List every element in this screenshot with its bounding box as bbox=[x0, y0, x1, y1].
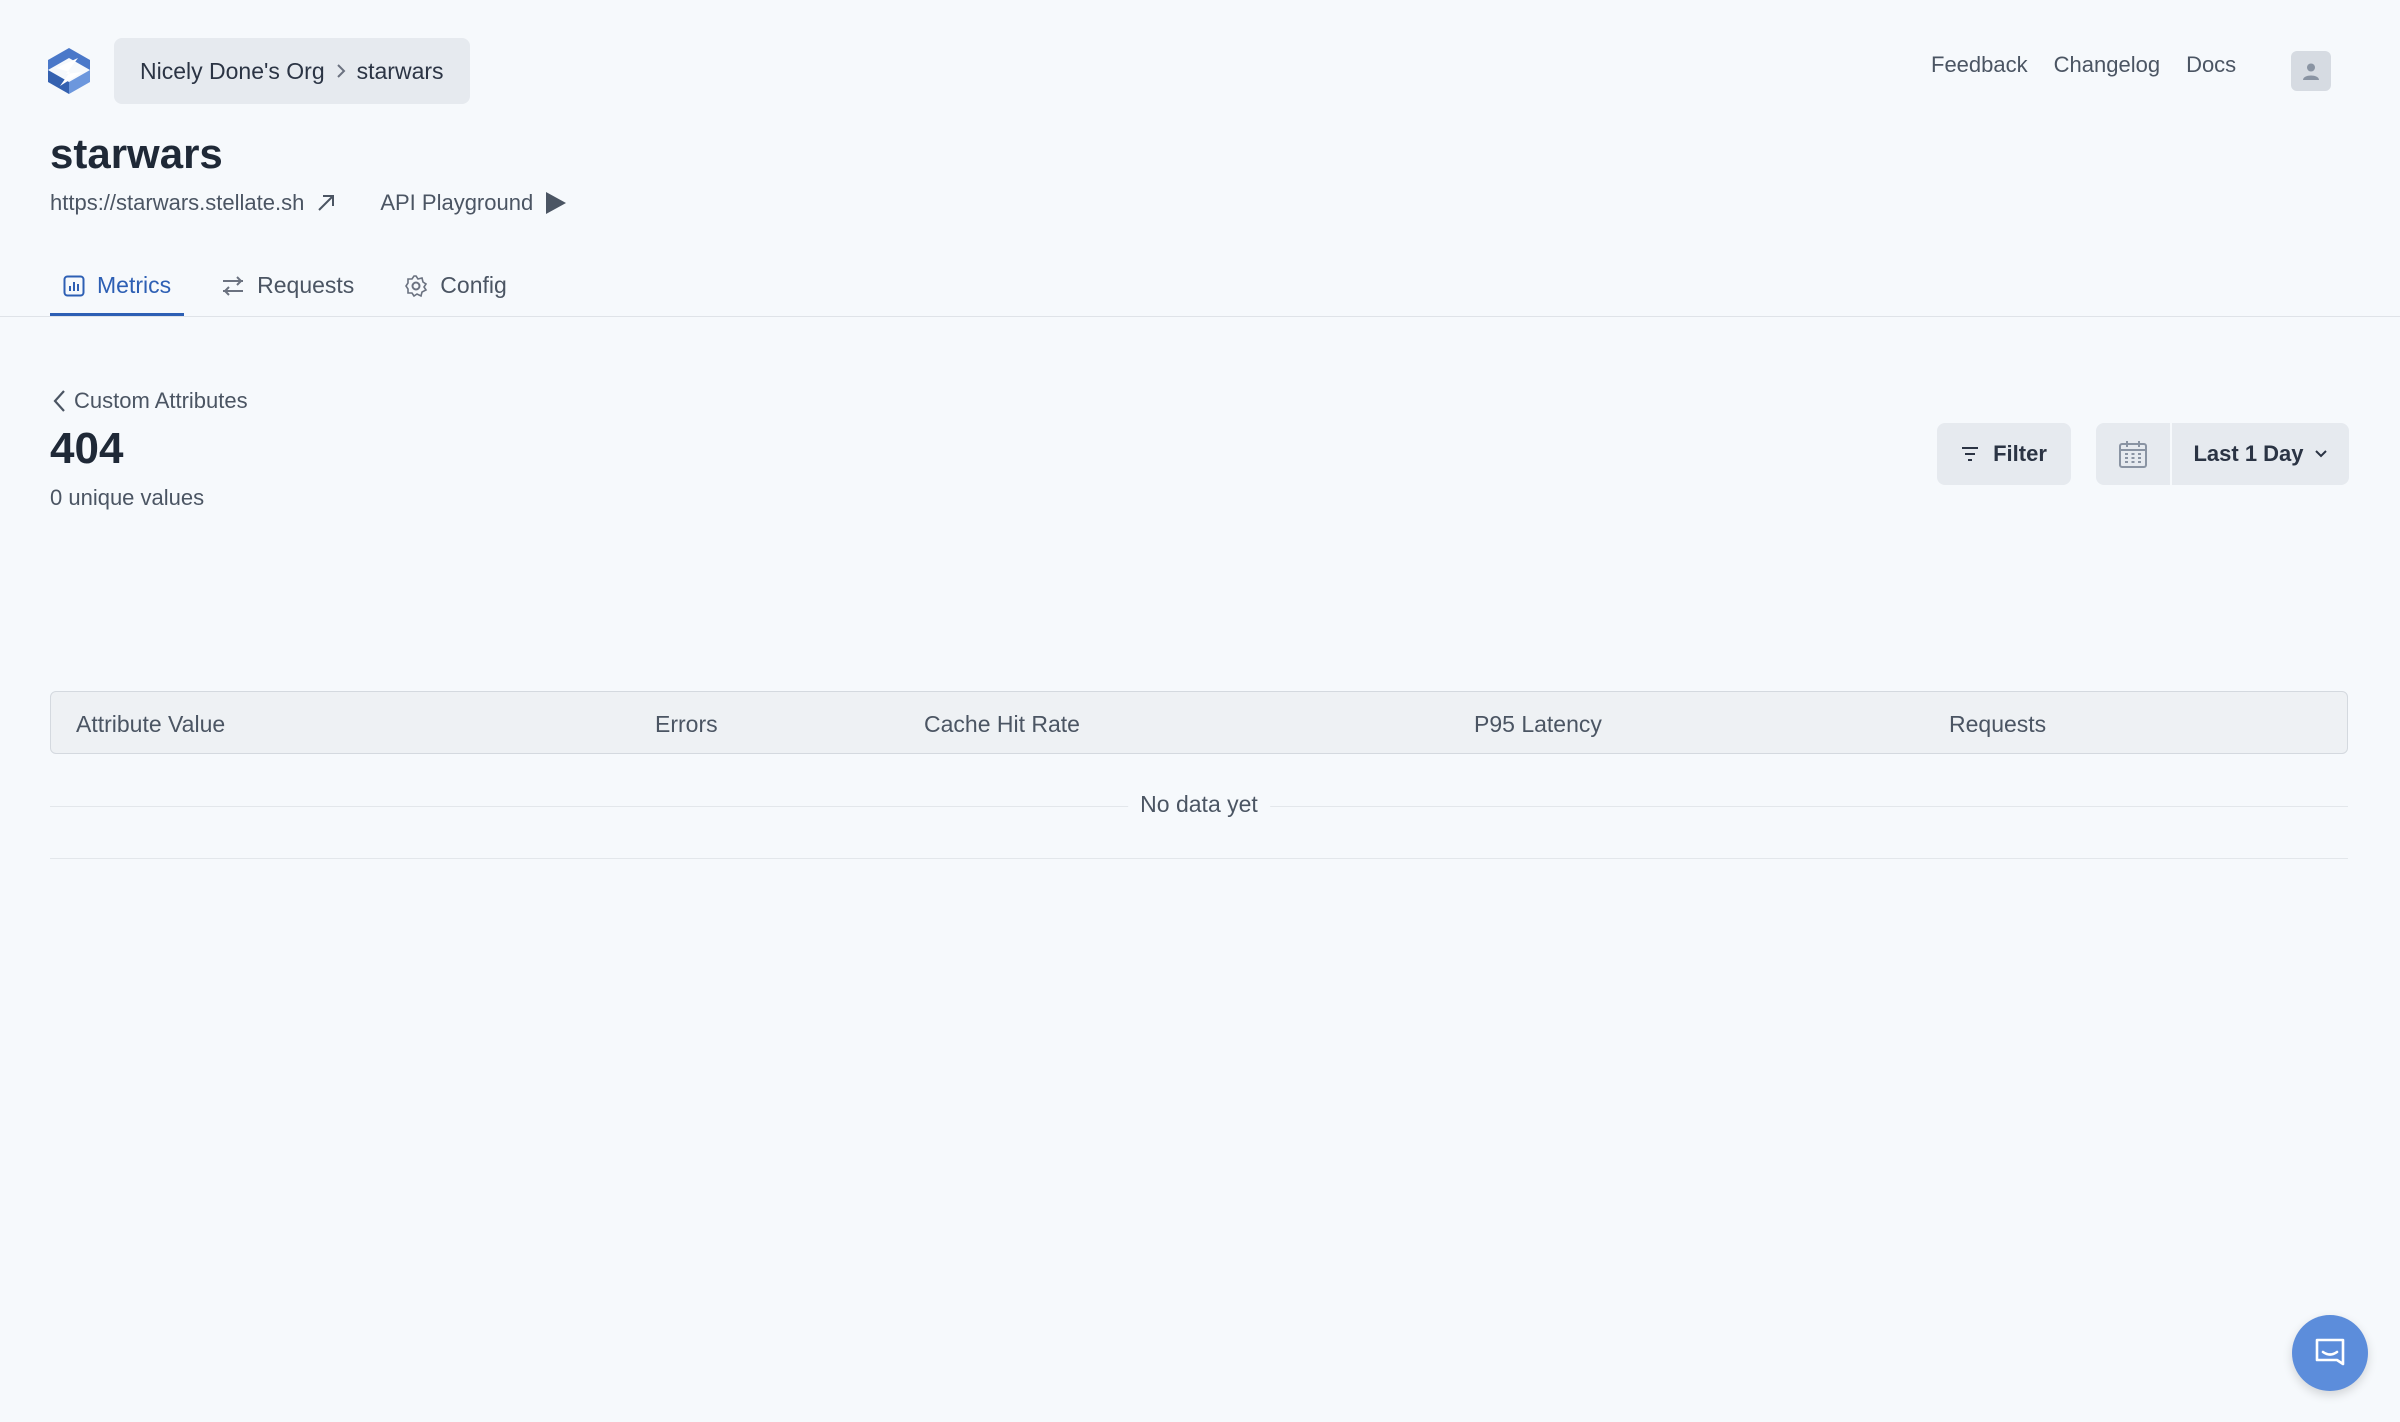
filter-label: Filter bbox=[1993, 441, 2047, 466]
api-playground-label: API Playground bbox=[380, 190, 534, 215]
header-divider bbox=[0, 316, 2400, 317]
external-link-icon bbox=[318, 195, 335, 211]
chat-launcher-button[interactable] bbox=[2292, 1315, 2368, 1391]
api-playground-link[interactable]: API Playground bbox=[380, 190, 567, 216]
tab-config-label: Config bbox=[440, 272, 507, 298]
avatar[interactable] bbox=[2291, 51, 2331, 91]
changelog-link[interactable]: Changelog bbox=[2054, 52, 2160, 78]
project-links: https://starwars.stellate.sh API Playgro… bbox=[50, 190, 567, 216]
date-range-label: Last 1 Day bbox=[2193, 441, 2304, 466]
column-header-requests[interactable]: Requests bbox=[1949, 711, 2046, 738]
calendar-icon bbox=[2119, 441, 2147, 468]
column-header-cache-hit-rate[interactable]: Cache Hit Rate bbox=[924, 711, 1080, 738]
metric-subtitle: 0 unique values bbox=[50, 485, 205, 510]
date-range-select[interactable]: Last 1 Day bbox=[2172, 441, 2349, 467]
column-header-errors[interactable]: Errors bbox=[655, 711, 718, 738]
metric-title: 404 bbox=[50, 424, 124, 473]
project-url-link[interactable]: https://starwars.stellate.sh bbox=[50, 190, 336, 216]
chevron-left-icon bbox=[53, 390, 65, 412]
empty-state-text: No data yet bbox=[1128, 791, 1270, 818]
breadcrumb-org[interactable]: Nicely Done's Org bbox=[140, 58, 325, 85]
column-header-p95-latency[interactable]: P95 Latency bbox=[1474, 711, 1602, 738]
divider bbox=[50, 858, 2348, 859]
chart-icon bbox=[63, 275, 85, 296]
chevron-right-icon bbox=[335, 63, 347, 79]
feedback-link[interactable]: Feedback bbox=[1931, 52, 2028, 78]
breadcrumb[interactable]: Nicely Done's Org starwars bbox=[114, 38, 470, 104]
chevron-down-icon bbox=[2314, 450, 2327, 458]
filter-icon bbox=[1962, 447, 1979, 461]
back-link-label: Custom Attributes bbox=[74, 388, 248, 413]
calendar-button[interactable] bbox=[2096, 423, 2172, 485]
back-link[interactable]: Custom Attributes bbox=[52, 388, 248, 414]
filter-button[interactable]: Filter bbox=[1937, 423, 2071, 485]
tab-requests-label: Requests bbox=[257, 272, 355, 298]
play-icon bbox=[546, 192, 567, 214]
stellate-logo-icon[interactable] bbox=[48, 48, 90, 94]
docs-link[interactable]: Docs bbox=[2186, 52, 2236, 78]
tab-metrics[interactable]: Metrics bbox=[50, 258, 185, 316]
user-icon bbox=[2303, 63, 2319, 80]
chat-icon bbox=[2315, 1338, 2345, 1366]
column-header-attribute-value[interactable]: Attribute Value bbox=[76, 711, 225, 738]
breadcrumb-project[interactable]: starwars bbox=[357, 58, 444, 85]
project-url: https://starwars.stellate.sh bbox=[50, 190, 305, 215]
tab-bar: Metrics Requests Config bbox=[50, 258, 544, 316]
page-title: starwars bbox=[50, 130, 223, 177]
sliders-icon bbox=[223, 275, 244, 296]
table-header: Attribute Value Errors Cache Hit Rate P9… bbox=[50, 691, 2348, 754]
header: Nicely Done's Org starwars Feedback Chan… bbox=[0, 0, 2400, 140]
empty-state-row: No data yet bbox=[50, 785, 2348, 875]
tab-config[interactable]: Config bbox=[391, 258, 519, 316]
gear-icon bbox=[405, 274, 428, 297]
date-range-picker[interactable]: Last 1 Day bbox=[2096, 423, 2349, 485]
tab-metrics-label: Metrics bbox=[97, 272, 172, 298]
tab-requests[interactable]: Requests bbox=[208, 258, 367, 316]
